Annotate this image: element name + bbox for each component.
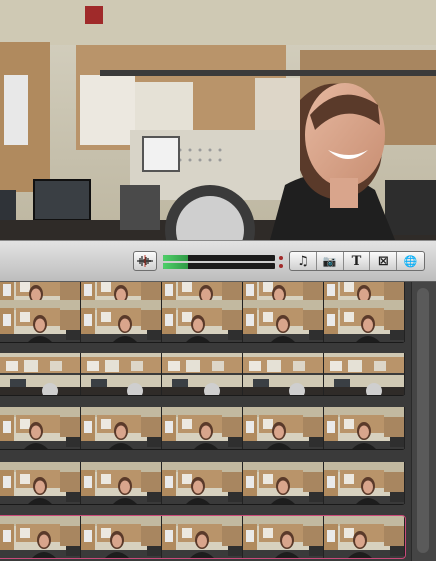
clip-indicator-right (279, 264, 283, 268)
clip-frame[interactable] (0, 300, 81, 342)
clip-filmstrip[interactable] (0, 300, 405, 342)
event-browser[interactable] (0, 282, 436, 561)
globe-icon: 🌐 (403, 254, 418, 268)
maps-button[interactable]: 🌐 (397, 252, 424, 270)
clip-filmstrip[interactable] (0, 407, 405, 449)
clip-frame[interactable] (324, 516, 405, 558)
titles-button[interactable]: T (344, 252, 371, 270)
clip-frame[interactable] (162, 407, 243, 449)
clip-frame[interactable] (81, 516, 162, 558)
clip-indicator-left (279, 256, 283, 260)
transitions-button[interactable]: ⊠ (370, 252, 398, 270)
clip-frame[interactable] (162, 462, 243, 504)
clip-filmstrip[interactable] (0, 515, 406, 559)
clip-frame[interactable] (324, 353, 405, 395)
audio-skimming-button[interactable] (133, 251, 157, 271)
audio-level-right (163, 263, 275, 269)
clip-frame[interactable] (0, 462, 81, 504)
clip-frame[interactable] (81, 407, 162, 449)
photos-button[interactable]: 📷 (317, 252, 344, 270)
transitions-icon: ⊠ (377, 253, 389, 269)
clip-frame[interactable] (162, 353, 243, 395)
clip-frame[interactable] (324, 300, 405, 342)
toolbar: ♫ 📷 T ⊠ 🌐 (0, 240, 436, 282)
audio-level-left (163, 255, 275, 261)
title-icon: T (351, 253, 362, 269)
clip-filmstrip[interactable] (0, 353, 405, 395)
clip-frame[interactable] (162, 300, 243, 342)
music-button[interactable]: ♫ (290, 252, 317, 270)
clip-frame[interactable] (162, 516, 243, 558)
clip-frame[interactable] (81, 462, 162, 504)
music-icon: ♫ (297, 253, 309, 269)
fire-alarm (85, 6, 103, 24)
clip-frame[interactable] (0, 407, 81, 449)
clip-frame[interactable] (324, 407, 405, 449)
scrollbar[interactable] (411, 282, 436, 561)
video-frame (0, 0, 436, 240)
clip-frame[interactable] (243, 300, 324, 342)
clip-frame[interactable] (0, 516, 81, 558)
video-viewer[interactable] (0, 0, 436, 240)
clip-frame[interactable] (243, 462, 324, 504)
camera-icon: 📷 (322, 254, 337, 268)
scroll-thumb[interactable] (417, 288, 429, 553)
waveform-icon (137, 255, 153, 267)
clip-filmstrip[interactable] (0, 462, 405, 504)
audio-level-meter (163, 254, 283, 269)
clip-frame[interactable] (243, 353, 324, 395)
clip-frame[interactable] (324, 462, 405, 504)
clip-frame[interactable] (243, 407, 324, 449)
clip-frame[interactable] (0, 353, 81, 395)
browser-tool-group: ♫ 📷 T ⊠ 🌐 (289, 251, 425, 271)
clip-frame[interactable] (243, 516, 324, 558)
clip-frame[interactable] (81, 353, 162, 395)
clip-frame[interactable] (81, 300, 162, 342)
